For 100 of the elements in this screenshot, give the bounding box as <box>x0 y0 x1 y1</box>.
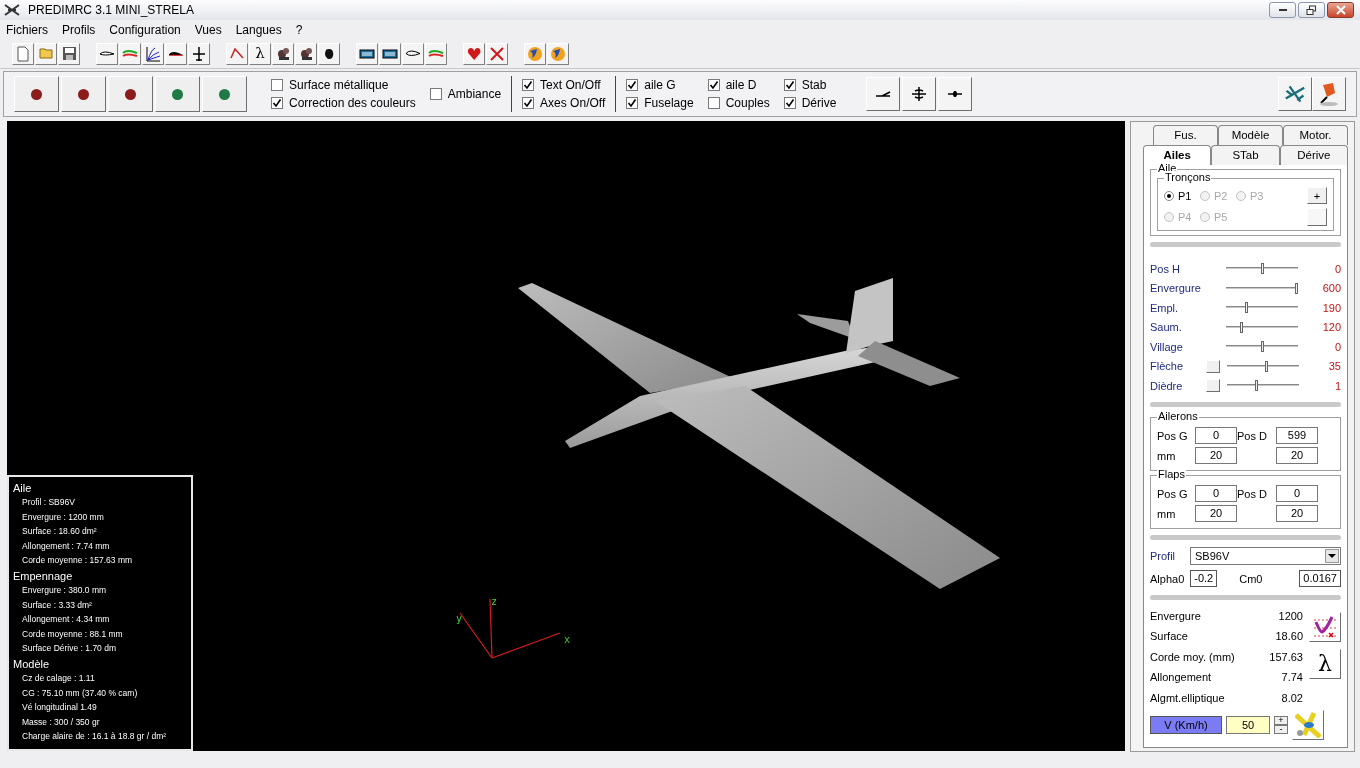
cross-button[interactable] <box>486 42 508 65</box>
curve-chart-button[interactable] <box>226 42 248 65</box>
menu-item[interactable]: Vues <box>194 22 222 37</box>
menu-item[interactable]: Configuration <box>109 22 181 37</box>
slider-thumb[interactable] <box>1264 360 1268 372</box>
restore-button[interactable] <box>1298 2 1325 18</box>
globe-button[interactable] <box>547 42 569 65</box>
tab[interactable]: Motor. <box>1283 125 1348 145</box>
new-document-button[interactable] <box>12 42 34 65</box>
airfoil-icon <box>99 51 115 56</box>
save-icon <box>61 46 77 61</box>
lambda-button[interactable]: λ <box>249 42 271 65</box>
close-button[interactable] <box>1327 2 1354 18</box>
slider-thumb[interactable] <box>1260 263 1264 275</box>
radio-button[interactable]: P1 <box>1164 189 1200 202</box>
input-field[interactable]: 0 <box>1195 485 1237 502</box>
menu-item[interactable]: Langues <box>235 22 282 37</box>
tab[interactable]: STab <box>1211 145 1280 165</box>
3d-viewport[interactable] <box>7 121 1125 751</box>
tab[interactable]: Fus. <box>1153 125 1218 145</box>
slider-thumb[interactable] <box>1245 302 1249 314</box>
open-folder-button[interactable] <box>35 42 57 65</box>
checkbox[interactable] <box>707 97 720 109</box>
checkbox[interactable] <box>783 97 796 109</box>
airfoil-button[interactable] <box>96 42 118 65</box>
checkbox[interactable] <box>429 88 442 100</box>
speed-field[interactable]: 50 <box>1226 716 1270 734</box>
slider-value: 190 <box>1321 301 1341 314</box>
airfoil-outline-button[interactable] <box>402 42 424 65</box>
engine-button[interactable] <box>272 42 294 65</box>
stat-value: 8.02 <box>1281 691 1303 704</box>
engine-button[interactable] <box>295 42 317 65</box>
checkbox[interactable] <box>271 97 283 109</box>
checkbox[interactable] <box>783 79 796 91</box>
info-line: Surface : 3.33 dm² <box>21 598 93 612</box>
wing-profile-button[interactable] <box>165 42 187 65</box>
tab[interactable]: Modèle <box>1218 125 1283 145</box>
input-field[interactable]: 20 <box>1195 447 1237 464</box>
checkbox[interactable] <box>522 97 535 109</box>
menu-item[interactable]: Profils <box>62 22 96 37</box>
globe-button[interactable] <box>524 42 546 65</box>
input-field[interactable]: 20 <box>1276 505 1318 522</box>
airplane-button[interactable] <box>188 42 210 65</box>
menu-item[interactable]: ? <box>295 22 303 37</box>
airfoil-pair-button[interactable] <box>119 42 141 65</box>
input-field[interactable]: 0 <box>1195 427 1237 444</box>
stat-value: 1200 <box>1278 609 1303 622</box>
minimize-button[interactable] <box>1269 2 1296 18</box>
checkbox[interactable] <box>707 79 720 91</box>
engine-icon <box>299 46 313 61</box>
top-view-button[interactable] <box>902 77 937 111</box>
slider-thumb[interactable] <box>1295 282 1298 294</box>
input-field[interactable]: 20 <box>1195 505 1237 522</box>
keyboard-button[interactable] <box>356 42 378 65</box>
slider-thumb[interactable] <box>1254 380 1258 392</box>
info-section-title: Aile <box>13 481 33 495</box>
input-field[interactable]: 0 <box>1276 485 1318 502</box>
curves-button[interactable] <box>142 42 164 65</box>
slider-value: 35 <box>1327 360 1341 373</box>
blob-button[interactable] <box>318 42 340 65</box>
stat-label: Surface <box>1150 630 1188 643</box>
decrement-button[interactable]: - <box>1274 725 1288 734</box>
tab[interactable]: Ailes <box>1143 145 1212 165</box>
airfoil-outline-icon <box>405 50 421 57</box>
tab[interactable]: Dérive <box>1279 145 1348 165</box>
top-view-icon <box>911 86 928 102</box>
stamp-button[interactable] <box>1312 77 1346 111</box>
slider-thumb[interactable] <box>1239 321 1243 333</box>
add-button[interactable]: + <box>1307 187 1327 204</box>
blank-button[interactable] <box>1307 208 1327 226</box>
lambda-button[interactable]: λ <box>1309 648 1341 679</box>
airfoil-pair-icon <box>122 50 138 57</box>
side-view-button[interactable] <box>866 77 901 111</box>
field-label: mm <box>1157 449 1177 462</box>
stat-value: 7.74 <box>1281 671 1303 684</box>
checkbox[interactable] <box>271 79 283 91</box>
slider-value: 120 <box>1321 321 1341 334</box>
light-button[interactable] <box>61 76 106 112</box>
light-button[interactable] <box>155 76 200 112</box>
engine-icon <box>276 46 290 61</box>
light-button[interactable] <box>14 76 59 112</box>
profile-dropdown[interactable]: SB96V <box>1190 546 1341 565</box>
toggle-button[interactable] <box>1206 359 1220 373</box>
light-button[interactable] <box>108 76 153 112</box>
minimize-icon <box>1277 8 1288 12</box>
heart-button[interactable] <box>463 42 485 65</box>
airfoil-pair-button[interactable] <box>425 42 447 65</box>
light-button[interactable] <box>202 76 247 112</box>
toggle-button[interactable] <box>1206 379 1220 393</box>
save-button[interactable] <box>58 42 80 65</box>
checkbox[interactable] <box>626 97 639 109</box>
checkbox[interactable] <box>626 79 639 91</box>
slider-thumb[interactable] <box>1260 341 1264 353</box>
front-view-button[interactable] <box>938 77 973 111</box>
menu-item[interactable]: Fichiers <box>6 22 48 37</box>
keyboard-button[interactable] <box>379 42 401 65</box>
airplane-view-button[interactable] <box>1278 77 1312 111</box>
input-field[interactable]: 20 <box>1276 447 1318 464</box>
input-field[interactable]: 599 <box>1276 427 1318 444</box>
checkbox[interactable] <box>522 79 535 91</box>
